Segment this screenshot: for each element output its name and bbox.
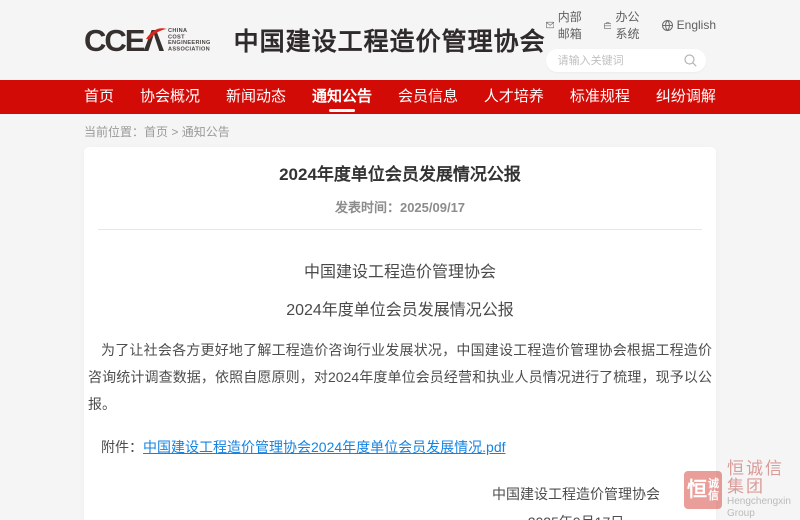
nav-item-standards[interactable]: 标准规程 [570, 80, 630, 114]
attachment-label: 附件： [101, 439, 143, 455]
nav-item-members[interactable]: 会员信息 [398, 80, 458, 114]
publish-date-line: 发表时间：2025/09/17 [84, 197, 716, 216]
internal-mail-link[interactable]: 内部邮箱 [546, 8, 588, 42]
logo-sub-line: ASSOCIATION [168, 46, 211, 52]
seal-side-chars: 诚 信 [708, 478, 719, 502]
nav-item-notices[interactable]: 通知公告 [312, 80, 372, 114]
logo-swoosh-icon [145, 26, 168, 40]
nav-item-about[interactable]: 协会概况 [140, 80, 200, 114]
globe-icon [662, 20, 673, 31]
watermark-name-cn: 恒诚信集团 [727, 460, 800, 496]
site-header: CCEΛ CHINA COST ENGINEERING ASSOCIATION … [0, 0, 800, 80]
header-inner: CCEΛ CHINA COST ENGINEERING ASSOCIATION … [84, 0, 716, 80]
attachment-line: 附件：中国建设工程造价管理协会2024年度单位会员发展情况.pdf [88, 437, 712, 457]
utility-links: 内部邮箱 办公系统 English [546, 8, 716, 42]
site-title: 中国建设工程造价管理协会 [234, 22, 546, 58]
internal-mail-label: 内部邮箱 [558, 8, 588, 42]
document-paragraph: 为了让社会各方更好地了解工程造价咨询行业发展状况，中国建设工程造价管理协会根据工… [88, 337, 712, 418]
breadcrumb-prefix: 当前位置： [84, 125, 144, 139]
seal-main-char: 恒 [687, 480, 707, 500]
nav-item-training[interactable]: 人才培养 [484, 80, 544, 114]
hengchengxin-watermark: 恒 诚 信 恒诚信集团 Hengchengxin Group [684, 460, 800, 520]
signature-block: 中国建设工程造价管理协会 2025年9月17日 [492, 484, 660, 520]
document-org-heading: 中国建设工程造价管理协会 [84, 258, 716, 282]
nav-item-news[interactable]: 新闻动态 [226, 80, 286, 114]
attachment-pdf-link[interactable]: 中国建设工程造价管理协会2024年度单位会员发展情况.pdf [143, 439, 506, 455]
article-card: 2024年度单位会员发展情况公报 发表时间：2025/09/17 中国建设工程造… [84, 147, 716, 520]
nav-item-mediation[interactable]: 纠纷调解 [656, 80, 716, 114]
office-system-label: 办公系统 [615, 8, 645, 42]
article-title: 2024年度单位会员发展情况公报 [84, 164, 716, 186]
nav-item-home[interactable]: 首页 [84, 80, 114, 114]
signature-org: 中国建设工程造价管理协会 [492, 484, 660, 504]
seal-bottom-char: 信 [708, 490, 719, 502]
english-label: English [677, 18, 716, 32]
header-right: 内部邮箱 办公系统 English [546, 8, 716, 72]
main-nav: 首页 协会概况 新闻动态 通知公告 会员信息 人才培养 标准规程 纠纷调解 [0, 80, 800, 114]
publish-date-value: 2025/09/17 [400, 200, 465, 215]
breadcrumb-current[interactable]: 通知公告 [182, 125, 230, 139]
seal-top-char: 诚 [708, 478, 719, 490]
publish-date-label: 发表时间： [335, 200, 400, 215]
watermark-name-en: Hengchengxin Group [727, 496, 800, 520]
ccea-logo-acronym: CCEΛ [84, 25, 162, 56]
breadcrumb-home-link[interactable]: 首页 [144, 125, 168, 139]
office-system-link[interactable]: 办公系统 [604, 8, 646, 42]
search-icon[interactable] [684, 54, 697, 67]
english-link[interactable]: English [662, 8, 716, 42]
mail-icon [546, 20, 554, 30]
title-divider [98, 229, 702, 230]
document-title-heading: 2024年度单位会员发展情况公报 [84, 296, 716, 320]
main-nav-inner: 首页 协会概况 新闻动态 通知公告 会员信息 人才培养 标准规程 纠纷调解 [84, 80, 716, 114]
breadcrumb: 当前位置：首页 > 通知公告 [84, 123, 716, 140]
search-input[interactable] [546, 49, 706, 72]
signature-date: 2025年9月17日 [492, 512, 660, 520]
watermark-text: 恒诚信集团 Hengchengxin Group [727, 460, 800, 520]
ccea-logo-subtext: CHINA COST ENGINEERING ASSOCIATION [168, 28, 211, 52]
site-logo[interactable]: CCEΛ CHINA COST ENGINEERING ASSOCIATION … [84, 22, 546, 58]
search-box [546, 49, 706, 72]
hengchengxin-seal-icon: 恒 诚 信 [684, 471, 722, 509]
breadcrumb-separator: > [171, 125, 178, 139]
briefcase-icon [604, 20, 612, 31]
